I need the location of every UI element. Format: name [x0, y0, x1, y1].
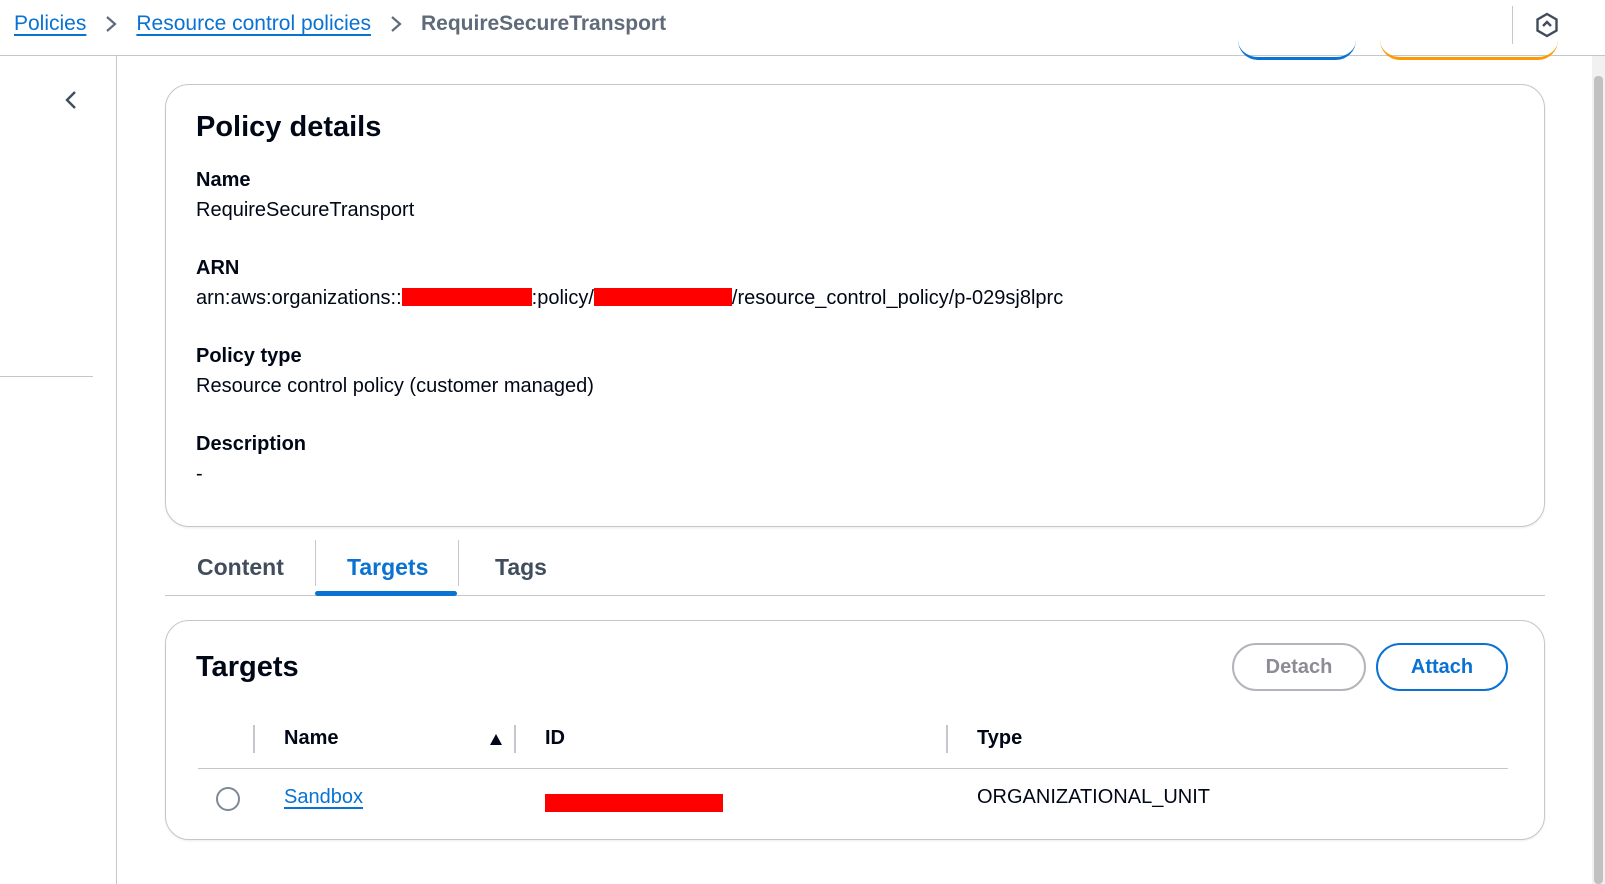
- arn-mid: :policy/: [531, 287, 594, 309]
- tab-targets[interactable]: Targets: [347, 538, 428, 596]
- column-separator: [946, 725, 948, 753]
- tab-content[interactable]: Content: [197, 538, 284, 596]
- policy-type-value: Resource control policy (customer manage…: [196, 375, 594, 397]
- targets-title: Targets: [196, 651, 299, 683]
- target-name-link[interactable]: Sandbox: [284, 786, 363, 809]
- column-header-id[interactable]: ID: [545, 727, 565, 750]
- column-header-type[interactable]: Type: [977, 727, 1022, 750]
- side-navigation: [0, 56, 117, 884]
- policy-type-label: Policy type: [196, 345, 302, 367]
- chevron-left-icon[interactable]: [58, 86, 86, 114]
- arn-prefix: arn:aws:organizations::: [196, 287, 402, 309]
- description-label: Description: [196, 433, 307, 455]
- hexagon-icon[interactable]: [1534, 12, 1560, 38]
- breadcrumb-resource-control-policies[interactable]: Resource control policies: [136, 12, 371, 36]
- column-separator: [514, 725, 516, 753]
- name-value: RequireSecureTransport: [196, 199, 415, 221]
- tab-separator: [458, 540, 459, 586]
- detach-button[interactable]: Detach: [1232, 643, 1366, 691]
- breadcrumb-policies[interactable]: Policies: [14, 12, 86, 36]
- tab-list: Content Targets Tags: [165, 538, 1545, 596]
- sidenav-divider: [0, 376, 93, 377]
- sort-ascending-icon[interactable]: [488, 731, 504, 747]
- breadcrumb-current: RequireSecureTransport: [420, 12, 667, 35]
- targets-container: Targets Detach Attach Name ID Type Sandb…: [165, 620, 1545, 840]
- table-header: Name ID Type: [198, 711, 1508, 769]
- topbar-divider: [1512, 6, 1513, 44]
- redaction-mark: [401, 288, 532, 306]
- name-label: Name: [196, 169, 251, 191]
- column-header-name[interactable]: Name: [284, 727, 338, 750]
- tab-tags[interactable]: Tags: [495, 538, 547, 596]
- policy-details-title: Policy details: [196, 111, 382, 143]
- attach-button[interactable]: Attach: [1376, 643, 1508, 691]
- header-action-button[interactable]: [1238, 40, 1356, 60]
- policy-details-container: Policy details Name RequireSecureTranspo…: [165, 84, 1545, 527]
- arn-label: ARN: [196, 257, 240, 279]
- chevron-right-icon: [104, 14, 118, 34]
- redaction-mark: [545, 794, 723, 812]
- vertical-scrollbar-thumb[interactable]: [1594, 76, 1603, 884]
- breadcrumb: Policies Resource control policies Requi…: [14, 12, 666, 36]
- active-tab-indicator: [315, 591, 457, 596]
- table-row[interactable]: Sandbox ORGANIZATIONAL_UNIT: [198, 771, 1508, 827]
- target-id-value: [545, 793, 723, 816]
- tab-separator: [315, 540, 316, 586]
- target-type-value: ORGANIZATIONAL_UNIT: [977, 786, 1210, 808]
- chevron-right-icon: [389, 14, 403, 34]
- description-value: -: [196, 463, 203, 485]
- header-primary-button[interactable]: [1380, 40, 1558, 60]
- top-bar: Policies Resource control policies Requi…: [0, 0, 1605, 56]
- row-select-radio[interactable]: [216, 787, 240, 811]
- arn-value: arn:aws:organizations:::policy/ /resource…: [196, 287, 1063, 310]
- column-separator: [253, 725, 255, 753]
- redaction-mark: [593, 288, 732, 306]
- arn-suffix: /resource_control_policy/p-029sj8lprc: [731, 287, 1064, 309]
